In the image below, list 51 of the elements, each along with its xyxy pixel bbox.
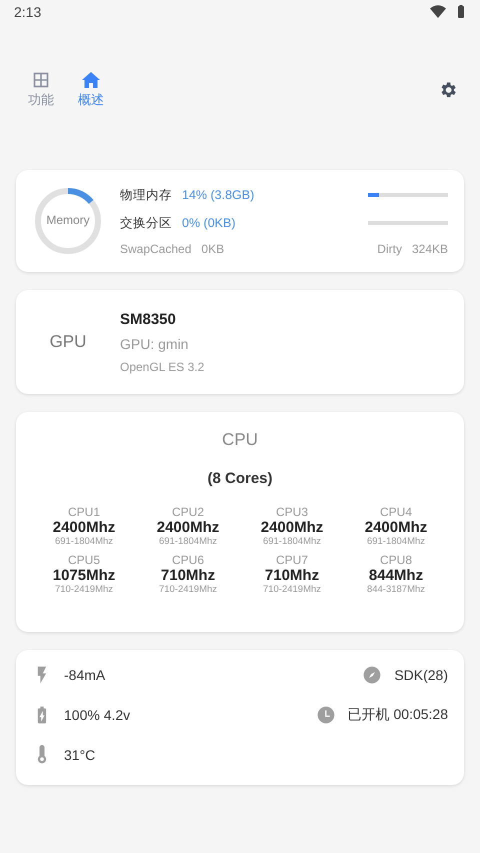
- clock-icon: [316, 705, 336, 725]
- compass-icon: [362, 665, 382, 685]
- frequency-range: 691-1804Mhz: [54, 536, 114, 547]
- core-name: CPU6: [172, 553, 204, 567]
- info-value: 100% 4.2v: [64, 707, 130, 723]
- frequency-range: 844-3187Mhz: [366, 584, 426, 595]
- nav-tab[interactable]: 概述: [76, 72, 106, 108]
- frequency-range: 691-1804Mhz: [366, 536, 426, 547]
- gpu-renderer: GPU: gmin: [120, 336, 190, 352]
- core-frequency: 710Mhz: [264, 567, 320, 584]
- grid-icon: [33, 72, 49, 88]
- core-frequency: 2400Mhz: [156, 519, 220, 536]
- frequency-range: 691-1804Mhz: [158, 536, 218, 547]
- core-name: CPU3: [276, 505, 308, 519]
- core-name: CPU1: [68, 505, 100, 519]
- cpu-heading: CPU: [222, 430, 258, 450]
- memory-label: Memory: [45, 213, 91, 227]
- core-name: CPU7: [276, 553, 308, 567]
- info-value: 已开机 00:05:28: [348, 706, 448, 724]
- wifi-battery-icon: [430, 5, 466, 19]
- memory-type: 物理内存: [120, 188, 172, 202]
- core-frequency: 710Mhz: [160, 567, 216, 584]
- core-count: (8 Cores): [207, 470, 273, 487]
- memory-ring: [32, 185, 104, 257]
- core-frequency: 1075Mhz: [52, 567, 116, 584]
- dirty-memory: Dirty 324KB: [377, 242, 448, 256]
- core-name: CPU4: [380, 505, 412, 519]
- core-frequency: 2400Mhz: [52, 519, 116, 536]
- frequency-range: 710-2419Mhz: [54, 584, 114, 595]
- core-name: CPU2: [172, 505, 204, 519]
- frequency-range: 710-2419Mhz: [262, 584, 322, 595]
- status-time: 2:13: [14, 4, 42, 20]
- frequency-range: 691-1804Mhz: [262, 536, 322, 547]
- memory-usage: 0% (0KB): [182, 216, 236, 230]
- gpu-model: SM8350: [120, 310, 177, 328]
- gpu-heading: GPU: [48, 332, 88, 352]
- nav-tab[interactable]: 功能: [26, 72, 56, 108]
- core-name: CPU8: [380, 553, 412, 567]
- swap-cached: SwapCached 0KB: [120, 242, 224, 256]
- frequency-range: 710-2419Mhz: [158, 584, 218, 595]
- core-frequency: 844Mhz: [368, 567, 424, 584]
- opengl-version: OpenGL ES 3.2: [120, 360, 204, 374]
- core-frequency: 2400Mhz: [260, 519, 324, 536]
- home-icon: [82, 72, 100, 88]
- memory-usage: 14% (3.8GB): [182, 188, 254, 202]
- info-value: 31°C: [64, 747, 96, 763]
- core-frequency: 2400Mhz: [364, 519, 428, 536]
- core-name: CPU5: [68, 553, 100, 567]
- memory-type: 交换分区: [120, 216, 172, 230]
- info-value: SDK(28): [394, 667, 448, 683]
- info-value: -84mA: [64, 667, 106, 683]
